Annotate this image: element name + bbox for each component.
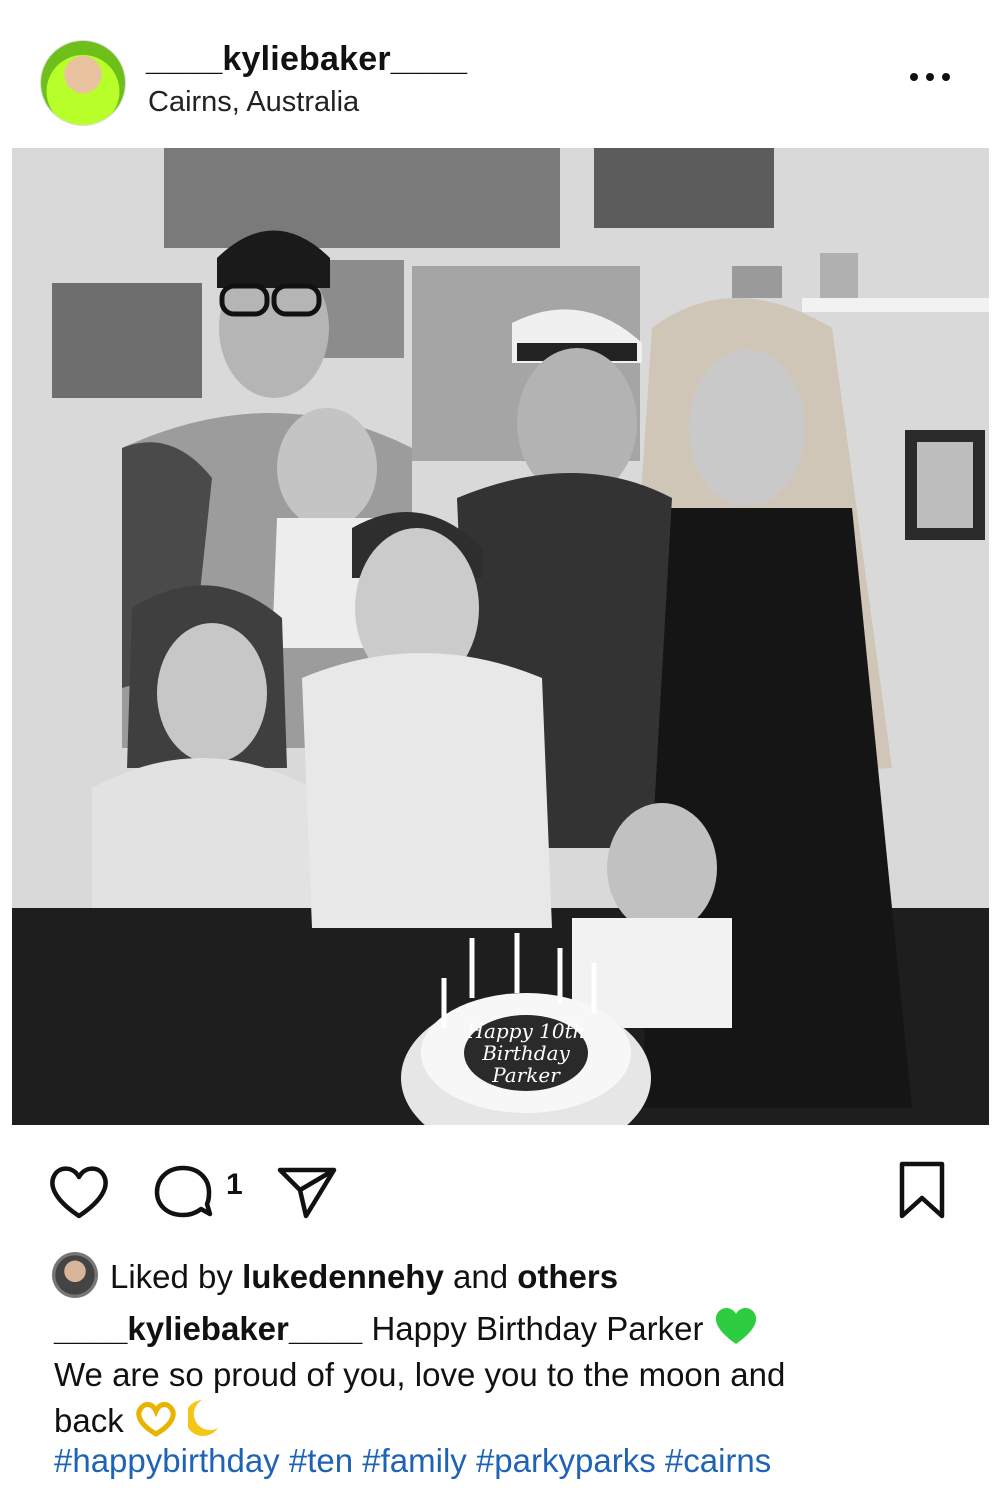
green-heart-emoji-icon (715, 1308, 756, 1344)
hashtag-cairns[interactable]: #cairns (665, 1442, 771, 1479)
liked-by-text: Liked by lukedennehy and others (110, 1258, 618, 1296)
heart-hands-emoji-icon (136, 1402, 176, 1437)
crescent-moon-emoji-icon (188, 1400, 219, 1436)
heart-outline-icon[interactable] (48, 1164, 110, 1220)
caption-text-2: We are so proud of you, love you to the … (54, 1356, 786, 1393)
caption-line-1: ____kyliebaker____ Happy Birthday Parker (54, 1306, 954, 1352)
hashtag-family[interactable]: #family (362, 1442, 467, 1479)
photo-scene: Happy 10th Birthday Parker (12, 148, 989, 1125)
comment-count[interactable]: 1 (226, 1168, 243, 1202)
user-avatar[interactable] (40, 40, 126, 126)
hashtags: #happybirthday #ten #family #parkyparks … (54, 1442, 771, 1480)
cake-text-line2: Birthday (481, 1041, 570, 1065)
post-username[interactable]: ____kyliebaker____ (146, 40, 467, 79)
post-location[interactable]: Cairns, Australia (148, 86, 359, 119)
post-actions (0, 1140, 1000, 1230)
caption-username[interactable]: ____kyliebaker____ (54, 1310, 362, 1347)
liked-by-user[interactable]: lukedennehy (242, 1258, 444, 1295)
hashtag-happybirthday[interactable]: #happybirthday (54, 1442, 280, 1479)
post-header: ____kyliebaker____ Cairns, Australia (0, 0, 1000, 148)
post-photo[interactable]: Happy 10th Birthday Parker (12, 148, 989, 1125)
bookmark-outline-icon[interactable] (896, 1160, 948, 1220)
paper-plane-icon[interactable] (274, 1164, 340, 1220)
caption-text-1: Happy Birthday Parker (371, 1310, 704, 1347)
liked-by-middle: and (443, 1258, 518, 1295)
comment-bubble-icon[interactable] (152, 1164, 214, 1220)
caption-text-3: back (54, 1402, 124, 1439)
liked-by-row: Liked by lukedennehy and others (52, 1252, 952, 1302)
caption-line-3: back (54, 1398, 954, 1444)
liker-avatar[interactable] (52, 1252, 98, 1298)
post-caption: ____kyliebaker____ Happy Birthday Parker… (54, 1306, 954, 1444)
hashtag-ten[interactable]: #ten (289, 1442, 353, 1479)
cake-text-line3: Parker (491, 1063, 561, 1087)
cake-text-line1: Happy 10th (466, 1019, 586, 1043)
hashtag-parkyparks[interactable]: #parkyparks (476, 1442, 656, 1479)
liked-by-prefix: Liked by (110, 1258, 243, 1295)
more-dots-icon[interactable] (905, 62, 955, 92)
liked-by-others[interactable]: others (517, 1258, 618, 1295)
